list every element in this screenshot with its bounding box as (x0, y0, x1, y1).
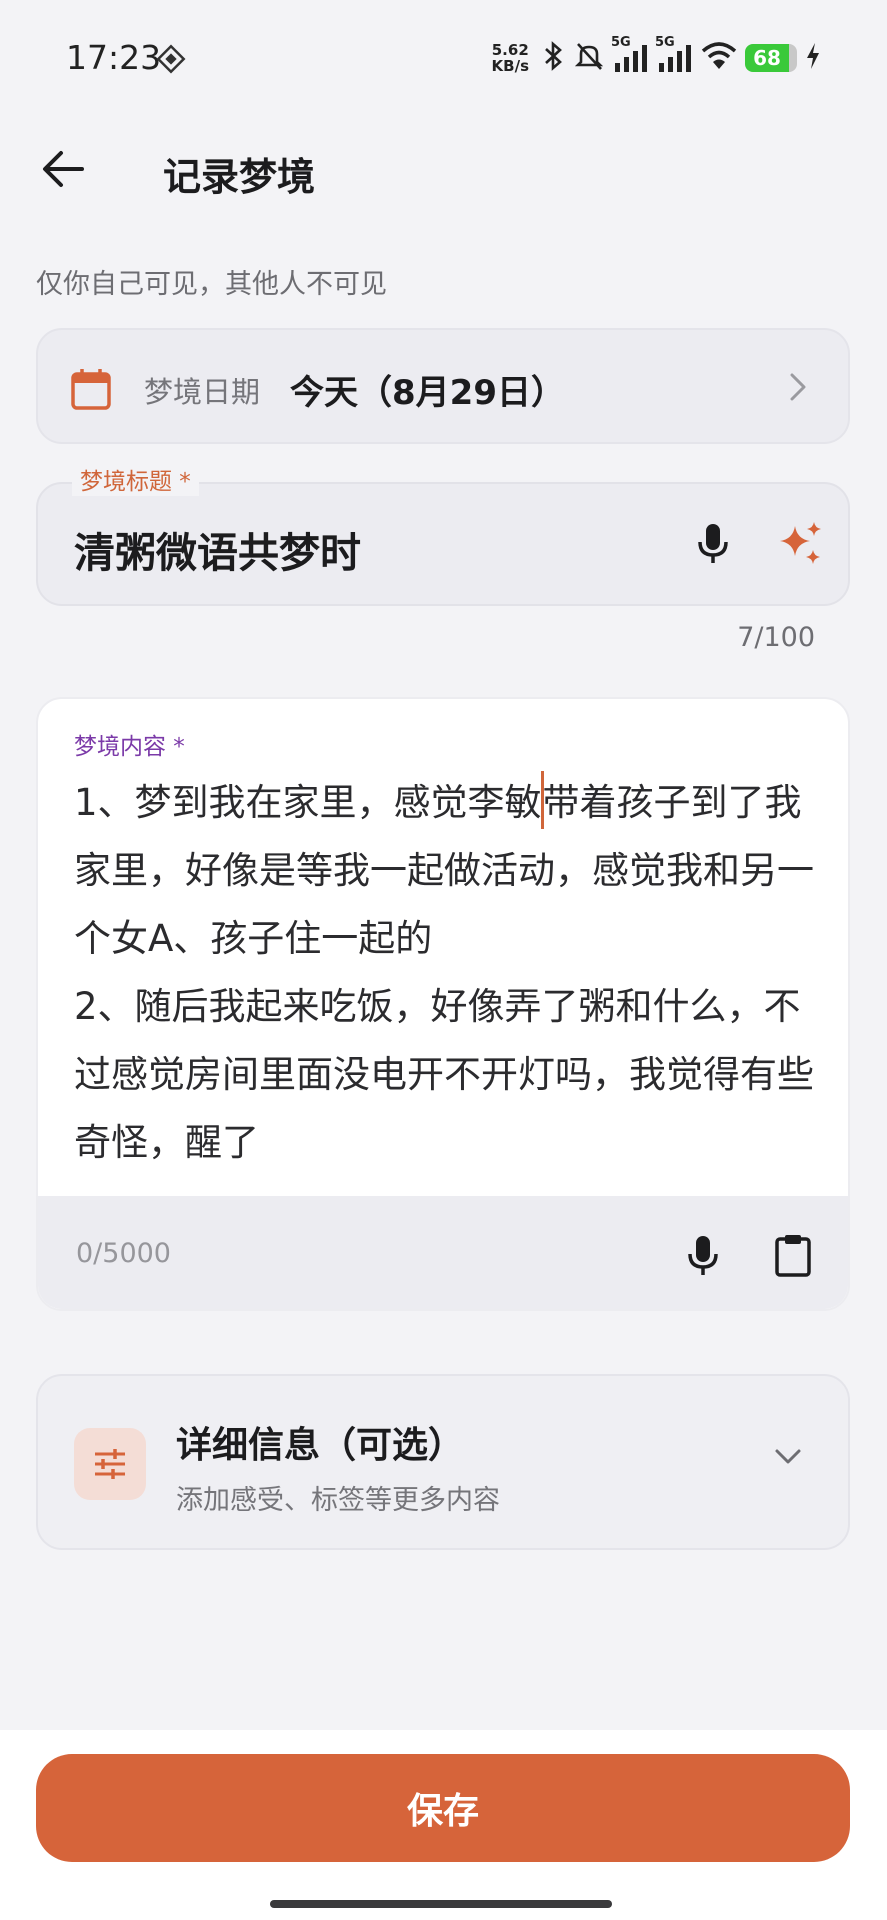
date-label: 梦境日期 (144, 375, 261, 409)
bottom-bar: 保存 (0, 1730, 887, 1920)
title-input[interactable]: 清粥微语共梦时 (74, 519, 361, 579)
arrow-left-icon (43, 151, 84, 187)
charging-icon (805, 42, 821, 74)
microphone-icon[interactable] (686, 1234, 720, 1282)
status-icons: 5.62 KB/s 5G 5G 68 (491, 35, 821, 78)
details-expander[interactable]: 详细信息（可选） 添加感受、标签等更多内容 (36, 1374, 850, 1550)
dream-content-field[interactable]: 梦境内容 * 1、梦到我在家里，感觉李敏带着孩子到了我家里，好像是等我一起做活动… (36, 697, 850, 1311)
clipboard-icon[interactable] (774, 1232, 812, 1282)
app-bar: 记录梦境 (0, 118, 887, 220)
dream-title-field[interactable]: 梦境标题 * 清粥微语共梦时 (36, 468, 850, 606)
save-button[interactable]: 保存 (36, 1754, 850, 1862)
privacy-note: 仅你自己可见，其他人不可见 (36, 269, 387, 300)
content-field-label: 梦境内容 * (74, 734, 185, 760)
title-field-label: 梦境标题 * (72, 468, 199, 496)
details-title: 详细信息（可选） (176, 1425, 465, 1466)
chevron-down-icon (774, 1448, 802, 1470)
date-value: 今天（8月29日） (290, 373, 565, 413)
signal-icon: 5G (611, 35, 649, 73)
ai-sparkle-icon[interactable] (778, 520, 824, 570)
net-speed: 5.62 KB/s (491, 41, 529, 75)
chevron-right-icon (788, 372, 808, 406)
content-textarea[interactable]: 1、梦到我在家里，感觉李敏带着孩子到了我家里，好像是等我一起做活动，感觉我和另一… (74, 769, 826, 1177)
status-bar: 17:23 5.62 KB/s 5G 5G 68 (0, 0, 887, 118)
back-button[interactable] (38, 144, 88, 194)
signal-icon-2: 5G (655, 35, 693, 73)
diamond-icon (156, 44, 186, 78)
mute-bell-icon (573, 40, 605, 76)
content-toolbar: 0/5000 (38, 1196, 848, 1309)
status-time: 17:23 (66, 38, 162, 77)
calendar-icon (70, 367, 112, 415)
title-char-count: 7/100 (737, 622, 815, 653)
wifi-icon (701, 41, 737, 75)
dream-date-field[interactable]: 梦境日期 今天（8月29日） (36, 328, 850, 444)
bluetooth-icon (541, 40, 565, 76)
home-indicator[interactable] (270, 1900, 612, 1908)
page-title: 记录梦境 (163, 155, 316, 199)
sliders-icon (74, 1428, 146, 1500)
microphone-icon[interactable] (696, 522, 730, 570)
battery-icon: 68 (745, 44, 797, 72)
content-char-count: 0/5000 (76, 1238, 171, 1269)
details-subtitle: 添加感受、标签等更多内容 (176, 1485, 500, 1516)
